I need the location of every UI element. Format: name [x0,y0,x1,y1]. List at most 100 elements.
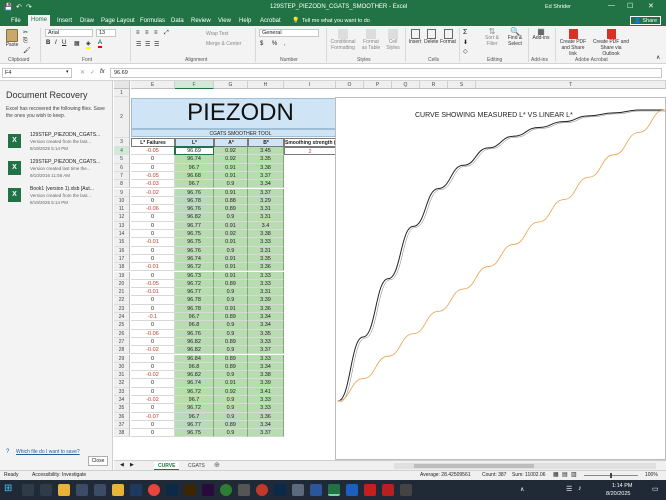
tab-view[interactable]: View [215,16,234,26]
align-center-icon[interactable]: ☰ [145,41,150,48]
row-header[interactable]: 24 [114,313,130,322]
a-star-cell[interactable]: 0.9 [214,412,248,421]
tab-help[interactable]: Help [236,16,254,26]
a-star-cell[interactable]: 0.88 [214,196,248,206]
conditional-formatting-button[interactable]: Conditional Formatting [329,29,357,51]
l-star-cell[interactable]: 96.84 [175,354,214,363]
fill-icon[interactable]: ⬇ [463,39,468,46]
tray-chevron-icon[interactable]: ∧ [520,486,524,493]
vmware-icon[interactable] [94,484,106,496]
column-header[interactable]: R [420,81,448,89]
a-star-cell[interactable]: 0.91 [214,238,248,247]
close-icon[interactable]: ✕ [648,2,654,10]
failure-cell[interactable]: -0.06 [131,329,175,338]
row-header[interactable]: 19 [114,271,130,280]
b-star-cell[interactable]: 3.4 [248,221,284,230]
row-header[interactable]: 7 [114,171,130,181]
failure-cell[interactable]: -0.01 [131,288,175,297]
failure-cell[interactable]: 0 [131,213,175,222]
row-header[interactable]: 33 [114,387,130,396]
borders-icon[interactable]: ▦ [74,40,80,47]
a-star-cell[interactable]: 0.9 [214,288,248,297]
excel-icon[interactable] [328,484,340,496]
l-star-cell[interactable]: 96.69 [174,145,215,157]
row-header[interactable]: 25 [114,321,130,330]
row-header[interactable]: 32 [114,379,130,388]
l-star-cell[interactable]: 96.78 [175,296,214,305]
zoom-slider[interactable] [584,473,638,478]
l-star-cell[interactable]: 96.72 [175,279,214,289]
row-header[interactable]: 4 [114,147,130,156]
failure-cell[interactable]: -0.03 [131,180,175,189]
b-star-cell[interactable]: 3.33 [248,271,284,280]
b-star-cell[interactable]: 3.33 [248,396,284,405]
l-star-cell[interactable]: 96.74 [175,254,214,264]
b-star-cell[interactable]: 3.37 [248,171,284,181]
row-header[interactable]: 8 [114,180,130,189]
failure-cell[interactable]: 0 [131,337,175,347]
tab-home[interactable]: Home [28,15,51,26]
failure-cell[interactable]: -0.02 [131,371,175,380]
table-header-cell[interactable]: Smoothing strength (1 to 4) [284,138,336,147]
smoothing-strength-cell[interactable]: 2 [284,147,336,156]
add-sheet-icon[interactable]: ⊕ [214,461,220,469]
lightroom-icon[interactable] [130,484,142,496]
b-star-cell[interactable]: 3.39 [248,379,284,388]
search-icon[interactable] [22,484,34,496]
b-star-cell[interactable]: 3.36 [248,412,284,421]
column-header[interactable]: O [336,81,364,89]
b-star-cell[interactable]: 3.34 [248,313,284,322]
align-top-icon[interactable]: ≡ [136,30,140,36]
b-star-cell[interactable]: 3.33 [248,238,284,247]
create-pdf-share-link-button[interactable]: Create PDF and Share link [558,29,588,57]
failure-cell[interactable]: 0 [131,354,175,363]
insert-cells-button[interactable]: Insert [408,29,422,45]
next-sheet-icon[interactable]: ▶ [130,462,134,468]
comma-icon[interactable]: , [284,41,286,47]
a-star-cell[interactable]: 0.89 [214,354,248,363]
l-star-cell[interactable]: 96.76 [175,188,214,197]
chrome-icon[interactable] [148,484,160,496]
merge-center-button[interactable]: Merge & Center [206,41,241,47]
l-star-cell[interactable]: 96.76 [175,246,214,255]
b-star-cell[interactable]: 3.34 [248,180,284,189]
illustrator-icon[interactable] [184,484,196,496]
l-star-cell[interactable]: 96.8 [175,362,214,372]
align-middle-icon[interactable]: ≡ [145,30,149,36]
select-all-corner[interactable] [114,81,130,89]
table-header-cell[interactable]: B* [248,138,284,147]
l-star-cell[interactable]: 96.8 [175,321,214,330]
column-header[interactable]: I [284,81,336,89]
chart-area[interactable]: CURVE SHOWING MEASURED L* VS LINEAR L* [335,97,666,460]
row-header[interactable]: 1 [114,89,130,97]
row-header[interactable]: 20 [114,279,130,289]
b-star-cell[interactable]: 3.33 [248,279,284,289]
column-header[interactable]: Q [392,81,420,89]
table-header-cell[interactable]: L* [175,138,214,147]
row-header[interactable]: 23 [114,304,130,313]
a-star-cell[interactable]: 0.91 [214,221,248,230]
column-header[interactable]: S [448,81,476,89]
failure-cell[interactable]: 0 [131,271,175,280]
tab-acrobat[interactable]: Acrobat [257,16,284,26]
b-star-cell[interactable]: 3.45 [248,147,284,156]
l-star-cell[interactable]: 96.74 [175,379,214,388]
b-star-cell[interactable]: 3.37 [248,429,284,438]
failure-cell[interactable]: 0 [131,163,175,172]
a-star-cell[interactable]: 0.9 [214,429,248,438]
column-header[interactable]: G [214,81,248,89]
row-header[interactable]: 16 [114,246,130,255]
column-header[interactable]: F [175,81,214,89]
failure-cell[interactable]: 0 [131,246,175,255]
row-header[interactable]: 10 [114,196,130,206]
l-star-cell[interactable]: 96.82 [175,371,214,380]
failure-cell[interactable]: -0.06 [131,205,175,214]
row-header[interactable]: 6 [114,163,130,172]
l-star-cell[interactable]: 96.72 [175,263,214,272]
a-star-cell[interactable]: 0.91 [214,188,248,197]
format-painter-icon[interactable]: 🖌 [23,47,31,54]
cell-styles-button[interactable]: Cell Styles [384,29,402,51]
paste-button[interactable]: Paste [4,29,20,48]
name-box-dropdown-icon[interactable]: ▾ [66,69,69,75]
row-header[interactable]: 27 [114,337,130,347]
